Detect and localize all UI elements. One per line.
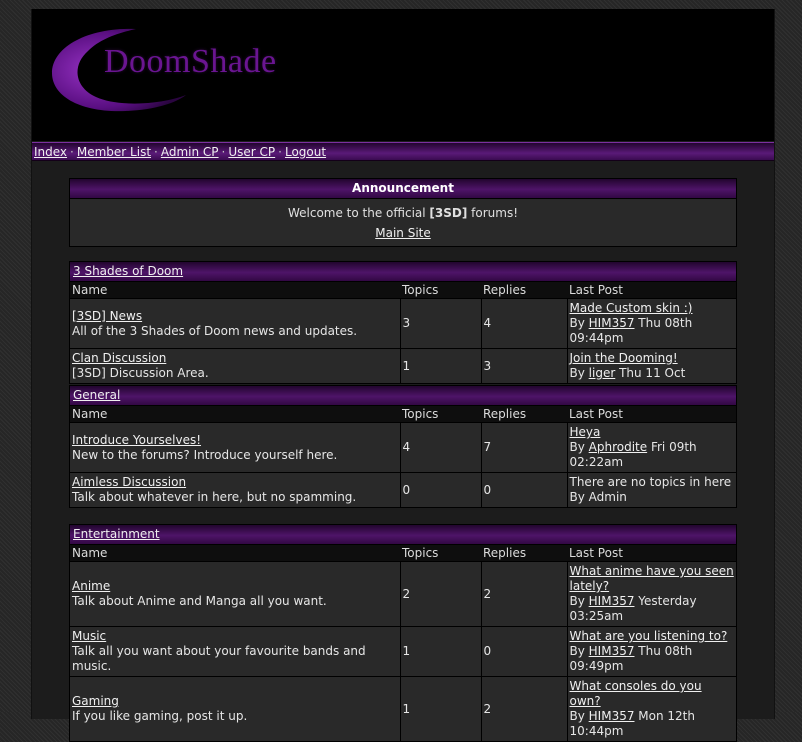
category-title-link[interactable]: 3 Shades of Doom [73, 264, 183, 278]
topic-count: 1 [400, 348, 482, 383]
by-text: By [569, 440, 589, 454]
col-topics: Topics [400, 545, 481, 562]
topic-count: 4 [400, 422, 482, 473]
col-name: Name [70, 406, 400, 423]
forum-link[interactable]: Anime [72, 579, 110, 593]
forum-page: DoomShade Index · Member List · Admin CP · Use… [31, 9, 775, 742]
last-post-user-link[interactable]: HIM357 [589, 709, 635, 723]
col-replies: Replies [481, 545, 567, 562]
forum-link[interactable]: Aimless Discussion [72, 475, 186, 489]
last-post-link[interactable]: What are you listening to? [570, 629, 728, 643]
last-post-link[interactable]: Join the Dooming! [570, 351, 678, 365]
no-topics-text: There are no topics in here [569, 475, 732, 489]
forum-description: [3SD] Discussion Area. [72, 366, 209, 380]
forum-table: Name Topics Replies Last Post [3SD] News… [70, 282, 736, 383]
reply-count: 4 [481, 298, 568, 349]
reply-count: 3 [481, 348, 568, 383]
forum-row: Music Talk all you want about your favour… [70, 626, 736, 677]
forum-link[interactable]: Gaming [72, 694, 119, 708]
forum-row: Clan Discussion [3SD] Discussion Area. 1 … [70, 348, 736, 383]
nav-user-cp-link[interactable]: User CP [228, 145, 275, 159]
announcement-message: Welcome to the official [3SD] forums! [70, 203, 736, 223]
nav-index-link[interactable]: Index [34, 145, 67, 159]
by-text: By [569, 316, 589, 330]
forum-row: [3SD] News All of the 3 Shades of Doom ne… [70, 298, 736, 349]
reply-count: 2 [481, 676, 568, 741]
site-logo-text: DoomShade [104, 43, 277, 80]
by-text: By [569, 366, 589, 380]
topic-count: 0 [400, 472, 482, 507]
last-post-user-link[interactable]: Aphrodite [589, 440, 647, 454]
col-last-post: Last Post [567, 545, 736, 562]
category-title-link[interactable]: General [73, 388, 120, 402]
last-post-user-link[interactable]: liger [589, 366, 616, 380]
col-replies: Replies [481, 406, 567, 423]
topic-count: 2 [400, 561, 482, 627]
last-post-link[interactable]: What anime have you seen lately? [570, 564, 734, 593]
forum-table: Name Topics Replies Last Post Introduce … [70, 406, 736, 507]
col-last-post: Last Post [567, 282, 736, 299]
forum-description: New to the forums? Introduce yourself he… [72, 447, 338, 462]
nav-logout-link[interactable]: Logout [285, 145, 326, 159]
forum-description: Talk all you want about your favourite b… [72, 644, 366, 673]
column-header-row: Name Topics Replies Last Post [70, 545, 736, 562]
col-name: Name [70, 545, 400, 562]
reply-count: 2 [481, 561, 568, 627]
col-topics: Topics [400, 406, 481, 423]
forum-description: Talk about whatever in here, but no spam… [72, 490, 357, 504]
forum-row: Gaming If you like gaming, post it up. 1 … [70, 676, 736, 741]
announcement-title: Announcement [70, 179, 736, 199]
announcement-text: Welcome to the official [287, 206, 430, 220]
forum-description: If you like gaming, post it up. [72, 709, 248, 723]
category-header: 3 Shades of Doom [70, 262, 736, 282]
col-name: Name [70, 282, 400, 299]
column-header-row: Name Topics Replies Last Post [70, 406, 736, 423]
forum-row: Aimless Discussion Talk about whatever in… [70, 472, 736, 507]
forum-link[interactable]: [3SD] News [72, 309, 142, 323]
last-post-user-link[interactable]: HIM357 [589, 594, 635, 608]
forum-link[interactable]: Clan Discussion [72, 351, 166, 365]
reply-count: 7 [481, 422, 568, 473]
last-post-link[interactable]: What consoles do you own? [570, 679, 702, 708]
col-topics: Topics [400, 282, 481, 299]
announcement-bold: [3SD] [429, 206, 468, 220]
topic-count: 1 [400, 626, 482, 677]
category-header: Entertainment [70, 525, 736, 545]
announcement-body: Welcome to the official [3SD] forums! Ma… [70, 199, 736, 246]
forum-link[interactable]: Introduce Yourselves! [72, 433, 201, 447]
forum-description: Talk about Anime and Manga all you want. [72, 594, 327, 608]
last-post-date: Thu 11 Oct [615, 366, 686, 380]
announcement-box: Announcement Welcome to the official [3S… [69, 178, 737, 247]
header-banner: DoomShade [32, 9, 774, 141]
last-post-link[interactable]: Made Custom skin :) [570, 301, 693, 315]
last-post-user-link[interactable]: HIM357 [589, 316, 635, 330]
last-post-link[interactable]: Heya [570, 425, 601, 439]
col-last-post: Last Post [567, 406, 736, 423]
topic-count: 3 [400, 298, 482, 349]
category-3-shades-of-doom: 3 Shades of Doom Name Topics Replies Las… [69, 261, 737, 384]
main-site-link[interactable]: Main Site [375, 226, 431, 240]
by-text: By [569, 594, 589, 608]
nav-admin-cp-link[interactable]: Admin CP [161, 145, 219, 159]
category-entertainment: Entertainment Name Topics Replies Last P… [69, 524, 737, 742]
reply-count: 0 [481, 626, 568, 677]
last-post-user-link[interactable]: HIM357 [589, 644, 635, 658]
forum-row: Introduce Yourselves! New to the forums? … [70, 422, 736, 473]
nav-member-list-link[interactable]: Member List [77, 145, 151, 159]
category-title-link[interactable]: Entertainment [73, 527, 160, 541]
col-replies: Replies [481, 282, 567, 299]
by-text: By Admin [569, 490, 627, 504]
forum-row: Anime Talk about Anime and Manga all you … [70, 561, 736, 627]
column-header-row: Name Topics Replies Last Post [70, 282, 736, 299]
reply-count: 0 [481, 472, 568, 507]
category-header: General [70, 386, 736, 406]
forum-link[interactable]: Music [72, 629, 106, 643]
top-navigation: Index · Member List · Admin CP · User CP · Logou… [32, 142, 774, 161]
by-text: By [569, 709, 589, 723]
category-general: General Name Topics Replies Last Post In… [69, 385, 737, 508]
topic-count: 1 [400, 676, 482, 741]
by-text: By [569, 644, 589, 658]
forum-description: All of the 3 Shades of Doom news and upd… [72, 323, 358, 338]
announcement-text-end: forums! [467, 206, 519, 220]
